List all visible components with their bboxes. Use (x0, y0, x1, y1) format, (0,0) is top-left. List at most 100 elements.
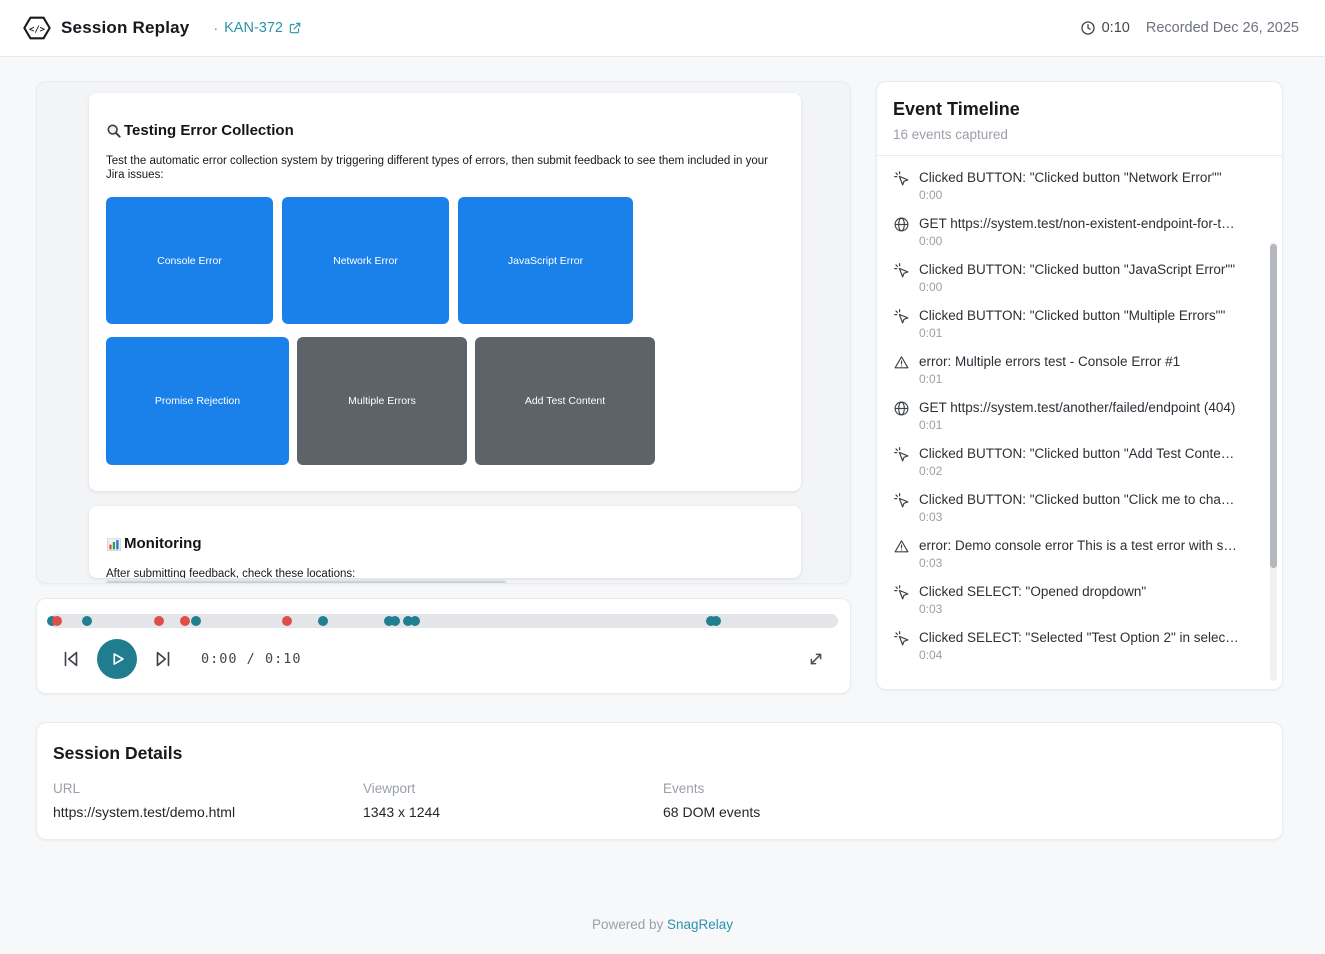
cursor-click-icon (893, 170, 910, 187)
issue-link[interactable]: KAN-372 (224, 20, 302, 36)
event-title: Clicked BUTTON: "Clicked button "Click m… (919, 491, 1252, 508)
event-timeline-title: Event Timeline (893, 99, 1266, 120)
demo-button-row-2: Promise Rejection Multiple Errors Add Te… (106, 337, 784, 465)
event-title: Clicked BUTTON: "Clicked button "Network… (919, 169, 1252, 186)
url-value: https://system.test/demo.html (53, 804, 363, 820)
event-time: 0:04 (919, 648, 1252, 662)
clipped-replay-content (106, 581, 506, 584)
replay-section-testing: Testing Error Collection Test the automa… (89, 93, 801, 491)
page-title: Session Replay (61, 18, 189, 38)
event-marker-click[interactable] (711, 616, 721, 626)
event-time: 0:00 (919, 188, 1252, 202)
monitoring-section-title: Monitoring (124, 534, 201, 553)
snagrelay-link[interactable]: SnagRelay (667, 917, 733, 932)
play-icon (106, 648, 128, 670)
session-duration: 0:10 (1102, 20, 1130, 36)
clock-icon (1080, 20, 1096, 36)
header-meta: 0:10 Recorded Dec 26, 2025 (1080, 20, 1299, 36)
replay-viewport: Testing Error Collection Test the automa… (36, 81, 851, 584)
event-marker-click[interactable] (410, 616, 420, 626)
event-title: Clicked BUTTON: "Clicked button "JavaScr… (919, 261, 1252, 278)
event-time: 0:01 (919, 326, 1252, 340)
monitoring-section-description: After submitting feedback, check these l… (106, 567, 784, 578)
event-row[interactable]: Clicked BUTTON: "Clicked button "Multipl… (893, 307, 1252, 340)
svg-text:</>: </> (29, 25, 45, 35)
external-link-icon (288, 21, 302, 35)
app-header: </> Session Replay · KAN-372 0:10 (0, 0, 1325, 57)
event-time: 0:03 (919, 510, 1252, 524)
event-marker-click[interactable] (82, 616, 92, 626)
events-label: Events (663, 781, 1266, 796)
event-title: error: Demo console error This is a test… (919, 537, 1252, 554)
event-marker-error[interactable] (154, 616, 164, 626)
event-row[interactable]: Clicked BUTTON: "Clicked button "Click m… (893, 491, 1252, 524)
event-marker-error[interactable] (52, 616, 62, 626)
event-title: Clicked SELECT: "Opened dropdown" (919, 583, 1252, 600)
time-separator: / (247, 651, 256, 667)
issue-link-label: KAN-372 (224, 20, 283, 36)
event-timeline-header: Event Timeline 16 events captured (877, 82, 1282, 156)
globe-icon (893, 216, 910, 233)
cursor-click-icon (893, 262, 910, 279)
add-test-content-button[interactable]: Add Test Content (475, 337, 655, 465)
skip-back-button[interactable] (59, 647, 83, 671)
event-row[interactable]: Clicked SELECT: "Opened dropdown" 0:03 (893, 583, 1252, 616)
event-count: 16 events captured (893, 127, 1266, 142)
cursor-click-icon (893, 308, 910, 325)
player-controls-card: 0:00 / 0:10 (36, 598, 851, 694)
network-error-button[interactable]: Network Error (282, 197, 449, 324)
play-button[interactable] (97, 639, 137, 679)
cursor-click-icon (893, 492, 910, 509)
total-time: 0:10 (265, 651, 302, 667)
event-time: 0:02 (919, 464, 1252, 478)
current-time: 0:00 (201, 651, 238, 667)
warning-icon (893, 538, 910, 555)
event-time: 0:01 (919, 372, 1252, 386)
warning-icon (893, 354, 910, 371)
viewport-value: 1343 x 1244 (363, 804, 663, 820)
bar-chart-icon (106, 536, 122, 552)
console-error-button[interactable]: Console Error (106, 197, 273, 324)
event-row[interactable]: error: Demo console error This is a test… (893, 537, 1252, 570)
event-title: Clicked SELECT: "Selected "Test Option 2… (919, 629, 1252, 646)
magnifier-icon (106, 123, 122, 139)
testing-section-heading: Testing Error Collection (106, 121, 784, 140)
event-marker-click[interactable] (390, 616, 400, 626)
recorded-date: Recorded Dec 26, 2025 (1146, 20, 1299, 36)
event-row[interactable]: Clicked BUTTON: "Clicked button "JavaScr… (893, 261, 1252, 294)
event-marker-error[interactable] (180, 616, 190, 626)
skip-forward-button[interactable] (151, 647, 175, 671)
seek-bar[interactable] (49, 614, 838, 628)
events-value: 68 DOM events (663, 804, 1266, 820)
player-buttons-row: 0:00 / 0:10 (37, 628, 850, 679)
event-marker-error[interactable] (282, 616, 292, 626)
url-label: URL (53, 781, 363, 796)
fullscreen-button[interactable] (804, 647, 828, 671)
event-marker-click[interactable] (318, 616, 328, 626)
event-time: 0:03 (919, 602, 1252, 616)
javascript-error-button[interactable]: JavaScript Error (458, 197, 633, 324)
promise-rejection-button[interactable]: Promise Rejection (106, 337, 289, 465)
testing-section-title: Testing Error Collection (124, 121, 294, 140)
scrollbar-thumb[interactable] (1270, 244, 1277, 568)
session-details-fields: URL https://system.test/demo.html Viewpo… (53, 781, 1266, 820)
event-time: 0:03 (919, 556, 1252, 570)
event-time: 0:00 (919, 234, 1252, 248)
event-row[interactable]: Clicked SELECT: "Selected "Test Option 2… (893, 629, 1252, 662)
events-field: Events 68 DOM events (663, 781, 1266, 820)
demo-button-row-1: Console Error Network Error JavaScript E… (106, 197, 784, 324)
event-row[interactable]: GET https://system.test/another/failed/e… (893, 399, 1252, 432)
event-row[interactable]: GET https://system.test/non-existent-end… (893, 215, 1252, 248)
monitoring-section-heading: Monitoring (106, 534, 784, 553)
event-time: 0:00 (919, 280, 1252, 294)
event-marker-click[interactable] (191, 616, 201, 626)
event-row[interactable]: Clicked BUTTON: "Clicked button "Network… (893, 169, 1252, 202)
issue-link-group: · KAN-372 (213, 20, 302, 36)
app-logo-code-hexagon-icon: </> (22, 13, 52, 43)
event-title: error: Multiple errors test - Console Er… (919, 353, 1252, 370)
event-row[interactable]: Clicked BUTTON: "Clicked button "Add Tes… (893, 445, 1252, 478)
event-row[interactable]: error: Multiple errors test - Console Er… (893, 353, 1252, 386)
footer: Powered by SnagRelay (0, 917, 1325, 932)
multiple-errors-button[interactable]: Multiple Errors (297, 337, 467, 465)
viewport-field: Viewport 1343 x 1244 (363, 781, 663, 820)
